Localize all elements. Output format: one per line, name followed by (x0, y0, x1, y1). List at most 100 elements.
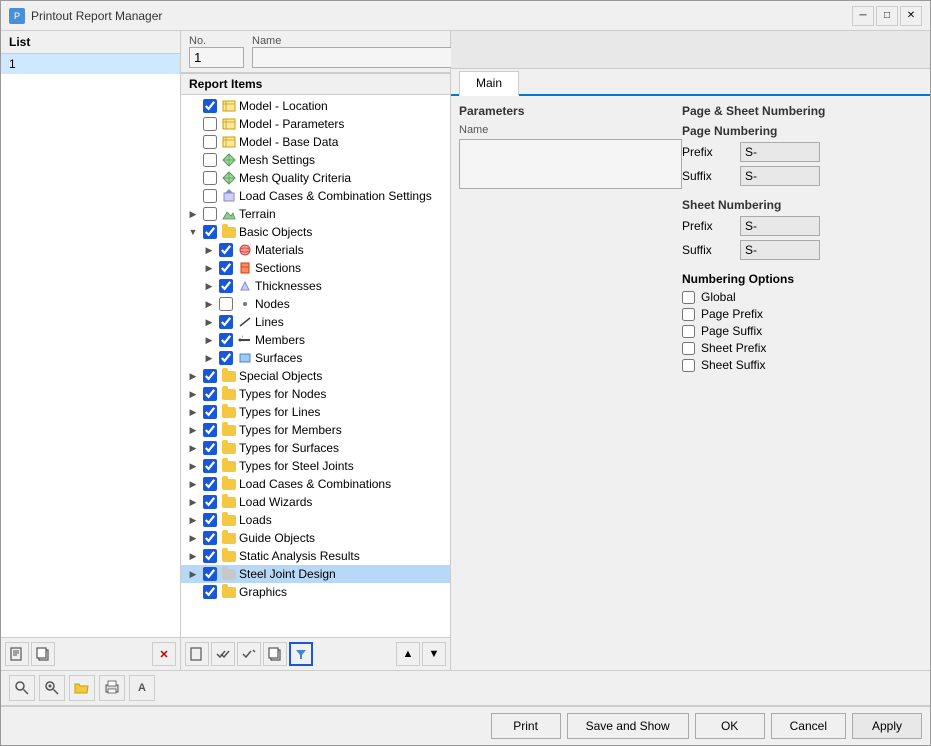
list-item[interactable]: 1 (1, 54, 180, 74)
cb-materials[interactable] (219, 243, 233, 257)
sheet-suffix-input[interactable]: S- (740, 240, 820, 260)
tree-item-load-settings[interactable]: Load Cases & Combination Settings (181, 187, 450, 205)
expand-load-combos[interactable]: ▶ (185, 476, 201, 492)
expand-steel-joint[interactable]: ▶ (185, 566, 201, 582)
page-prefix-input[interactable]: S- (740, 142, 820, 162)
move-down-button[interactable]: ▼ (422, 642, 446, 666)
cb-page-prefix[interactable] (682, 308, 695, 321)
folder-open-button[interactable] (69, 675, 95, 701)
page-suffix-input[interactable]: S- (740, 166, 820, 186)
close-button[interactable]: ✕ (900, 6, 922, 26)
cb-lines[interactable] (219, 315, 233, 329)
tree-item-static-results[interactable]: ▶ Static Analysis Results (181, 547, 450, 565)
cb-types-members[interactable] (203, 423, 217, 437)
cb-nodes[interactable] (219, 297, 233, 311)
expand-guide[interactable]: ▶ (185, 530, 201, 546)
tree-item-sections[interactable]: ▶ Sections (181, 259, 450, 277)
tree-item-materials[interactable]: ▶ Materials (181, 241, 450, 259)
tree-item-steel-joint-design[interactable]: ➤ ▶ Steel Joint Design (181, 565, 450, 583)
tree-item-types-members[interactable]: ▶ Types for Members (181, 421, 450, 439)
new-list-button[interactable] (5, 642, 29, 666)
expand-basic-objects[interactable]: ▼ (185, 224, 201, 240)
save-show-button[interactable]: Save and Show (567, 713, 689, 739)
tree-item-special-objects[interactable]: ▶ Special Objects (181, 367, 450, 385)
expand-types-lines[interactable]: ▶ (185, 404, 201, 420)
tree-item-mesh-settings[interactable]: Mesh Settings (181, 151, 450, 169)
expand-loads[interactable]: ▶ (185, 512, 201, 528)
tree-item-terrain[interactable]: ▶ Terrain (181, 205, 450, 223)
tree-item-load-combos[interactable]: ▶ Load Cases & Combinations (181, 475, 450, 493)
cb-graphics[interactable] (203, 585, 217, 599)
expand-special[interactable]: ▶ (185, 368, 201, 384)
minimize-button[interactable]: ─ (852, 6, 874, 26)
delete-list-button[interactable]: ✕ (152, 642, 176, 666)
cb-terrain[interactable] (203, 207, 217, 221)
tree-item-lines[interactable]: ▶ Lines (181, 313, 450, 331)
cb-sheet-suffix[interactable] (682, 359, 695, 372)
tree-item-types-steel[interactable]: ▶ Types for Steel Joints (181, 457, 450, 475)
cb-model-base[interactable] (203, 135, 217, 149)
tree-item-graphics[interactable]: Graphics (181, 583, 450, 601)
copy-items-button[interactable] (263, 642, 287, 666)
expand-members[interactable]: ▶ (201, 332, 217, 348)
expand-types-members[interactable]: ▶ (185, 422, 201, 438)
ok-button[interactable]: OK (695, 713, 765, 739)
new-item-button[interactable] (185, 642, 209, 666)
tree-item-surfaces[interactable]: ▶ Surfaces (181, 349, 450, 367)
cb-types-nodes[interactable] (203, 387, 217, 401)
tree-item-nodes[interactable]: ▶ Nodes (181, 295, 450, 313)
cb-model-parameters[interactable] (203, 117, 217, 131)
maximize-button[interactable]: □ (876, 6, 898, 26)
tree-item-mesh-quality[interactable]: Mesh Quality Criteria (181, 169, 450, 187)
copy-list-button[interactable] (31, 642, 55, 666)
cb-page-suffix[interactable] (682, 325, 695, 338)
cb-steel-joint[interactable] (203, 567, 217, 581)
tree-item-types-nodes[interactable]: ▶ Types for Nodes (181, 385, 450, 403)
tree-item-basic-objects[interactable]: ▼ Basic Objects (181, 223, 450, 241)
search-button[interactable] (9, 675, 35, 701)
cb-model-location[interactable] (203, 99, 217, 113)
print-button[interactable]: Print (491, 713, 561, 739)
cb-sheet-prefix[interactable] (682, 342, 695, 355)
cb-types-lines[interactable] (203, 405, 217, 419)
tab-main[interactable]: Main (459, 71, 519, 96)
expand-lines[interactable]: ▶ (201, 314, 217, 330)
cb-thicknesses[interactable] (219, 279, 233, 293)
filter-button[interactable] (289, 642, 313, 666)
cancel-button[interactable]: Cancel (771, 713, 846, 739)
expand-types-nodes[interactable]: ▶ (185, 386, 201, 402)
expand-load-wizards[interactable]: ▶ (185, 494, 201, 510)
cb-static[interactable] (203, 549, 217, 563)
tree-item-model-location[interactable]: Model - Location (181, 97, 450, 115)
tree-item-load-wizards[interactable]: ▶ Load Wizards (181, 493, 450, 511)
tree-item-members[interactable]: ▶ I Members (181, 331, 450, 349)
cb-basic-objects[interactable] (203, 225, 217, 239)
translate-button[interactable]: A (129, 675, 155, 701)
cb-sections[interactable] (219, 261, 233, 275)
print-settings-button[interactable] (99, 675, 125, 701)
param-name-input[interactable] (459, 139, 682, 189)
cb-surfaces[interactable] (219, 351, 233, 365)
cb-types-surfaces[interactable] (203, 441, 217, 455)
move-up-button[interactable]: ▲ (396, 642, 420, 666)
sheet-prefix-input[interactable]: S- (740, 216, 820, 236)
expand-surfaces[interactable]: ▶ (201, 350, 217, 366)
cb-load-settings[interactable] (203, 189, 217, 203)
cb-members[interactable] (219, 333, 233, 347)
expand-terrain[interactable]: ▶ (185, 206, 201, 222)
expand-types-steel[interactable]: ▶ (185, 458, 201, 474)
expand-types-surfaces[interactable]: ▶ (185, 440, 201, 456)
tree-item-model-parameters[interactable]: Model - Parameters (181, 115, 450, 133)
tree-item-guide-objects[interactable]: ▶ Guide Objects (181, 529, 450, 547)
cb-load-combos[interactable] (203, 477, 217, 491)
expand-sections[interactable]: ▶ (201, 260, 217, 276)
expand-nodes[interactable]: ▶ (201, 296, 217, 312)
tree-item-types-surfaces[interactable]: ▶ Types for Surfaces (181, 439, 450, 457)
tree-item-model-base[interactable]: Model - Base Data (181, 133, 450, 151)
apply-button[interactable]: Apply (852, 713, 922, 739)
expand-materials[interactable]: ▶ (201, 242, 217, 258)
cb-mesh-settings[interactable] (203, 153, 217, 167)
no-input[interactable]: 1 (189, 47, 244, 68)
cb-global[interactable] (682, 291, 695, 304)
expand-thicknesses[interactable]: ▶ (201, 278, 217, 294)
